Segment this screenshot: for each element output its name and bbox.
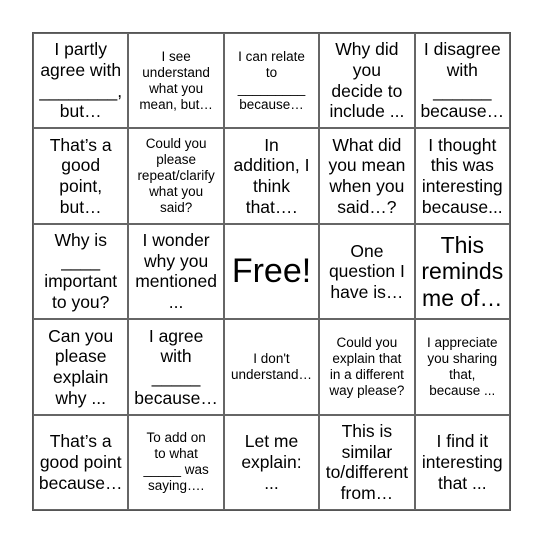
bingo-cell[interactable]: I thought this was interesting because..… [414,128,510,224]
bingo-cell[interactable]: What did you mean when you said…? [319,128,415,224]
bingo-cell[interactable]: This reminds me of… [414,223,510,320]
bingo-cell[interactable]: I don't understand… [223,319,320,415]
bingo-card: I partly agree with ________, but… I see … [32,32,511,511]
bingo-cell[interactable]: One question I have is… [319,223,415,320]
bingo-cell[interactable]: I disagree with ______ because… [414,33,510,129]
bingo-cell[interactable]: Why is ____ important to you? [33,223,129,320]
bingo-cell[interactable]: I find it interesting that ... [414,414,510,510]
bingo-cell[interactable]: Why did you decide to include ... [319,33,415,129]
bingo-free-space[interactable]: Free! [223,223,320,320]
bingo-cell[interactable]: I partly agree with ________, but… [33,33,129,129]
bingo-cell[interactable]: That’s a good point, but… [33,128,129,224]
bingo-cell[interactable]: I can relate to _________ because… [223,33,320,129]
bingo-cell[interactable]: To add on to what _____ was saying…. [128,414,224,510]
bingo-cell[interactable]: Can you please explain why ... [33,319,129,415]
bingo-cell[interactable]: In addition, I think that…. [223,128,320,224]
bingo-cell[interactable]: I wonder why you mentioned ... [128,223,224,320]
bingo-cell[interactable]: This is similar to/different from… [319,414,415,510]
bingo-cell[interactable]: I appreciate you sharing that, because .… [414,319,510,415]
bingo-cell[interactable]: Could you please repeat/clarify what you… [128,128,224,224]
bingo-cell[interactable]: I see understand what you mean, but… [128,33,224,129]
bingo-cell[interactable]: That’s a good point because… [33,414,129,510]
bingo-cell[interactable]: Could you explain that in a different wa… [319,319,415,415]
bingo-cell[interactable]: I agree with _____ because… [128,319,224,415]
bingo-cell[interactable]: Let me explain: ... [223,414,320,510]
